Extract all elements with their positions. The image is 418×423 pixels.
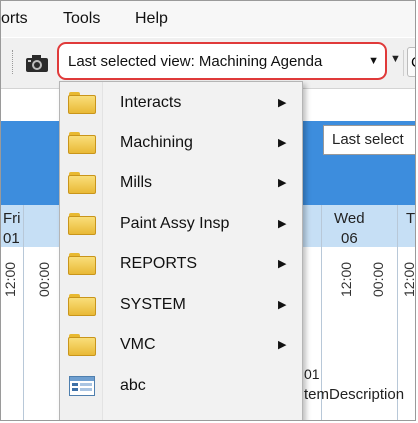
chevron-right-icon: ▶	[278, 137, 287, 149]
menu-item-label: Paint Assy Insp	[120, 215, 230, 232]
menu-item-label: VMC	[120, 336, 156, 353]
calendar-date-right: 06	[341, 230, 358, 247]
menu-help[interactable]: Help	[135, 10, 168, 28]
menubar: orts Tools Help	[1, 1, 415, 37]
view-selector-value: Last selected view: Machining Agenda	[68, 53, 323, 70]
view-selector-dropdown[interactable]: Last selected view: Machining Agenda ▼	[57, 42, 387, 80]
chevron-right-icon: ▶	[278, 218, 287, 230]
calendar-day-far: T	[406, 210, 416, 227]
folder-icon	[68, 253, 96, 275]
chevron-right-icon: ▶	[278, 258, 287, 270]
menu-reports[interactable]: orts	[1, 10, 28, 28]
tooltip: Last select	[323, 125, 415, 155]
menu-item-mills[interactable]: Mills ▶	[60, 164, 302, 202]
chevron-right-icon: ▶	[278, 339, 287, 351]
chevron-right-icon: ▶	[278, 177, 287, 189]
menu-item-vmc[interactable]: VMC ▶	[60, 326, 302, 364]
chevron-right-icon: ▶	[278, 299, 287, 311]
menu-item-interacts[interactable]: Interacts ▶	[60, 84, 302, 122]
chevron-down-icon: ▼	[368, 55, 379, 67]
menu-item-paint-assy-insp[interactable]: Paint Assy Insp ▶	[60, 205, 302, 243]
camera-icon[interactable]	[25, 53, 49, 73]
folder-icon	[68, 334, 96, 356]
calendar-item-description: temDescription	[304, 386, 405, 403]
time-label: 00:00	[36, 261, 52, 297]
view-icon	[69, 376, 95, 396]
calendar-gridline	[23, 205, 24, 420]
calendar-day-fri: Fri	[3, 210, 21, 227]
toolbar-button-partial[interactable]: C	[407, 47, 415, 77]
calendar-item-text: 01	[304, 366, 320, 382]
menu-tools[interactable]: Tools	[63, 10, 100, 28]
time-label: 12:00	[401, 261, 416, 297]
calendar-date-left: 01	[3, 230, 20, 247]
toolbar-dropdown-arrow-icon[interactable]: ▼	[390, 53, 401, 65]
toolbar-separator	[403, 50, 404, 76]
menu-item-label: Mills	[120, 174, 152, 191]
menu-item-machining[interactable]: Machining ▶	[60, 124, 302, 162]
folder-icon	[68, 132, 96, 154]
folder-icon	[68, 294, 96, 316]
folder-icon	[68, 213, 96, 235]
menu-item-system[interactable]: SYSTEM ▶	[60, 286, 302, 324]
menu-item-label: abc	[120, 377, 146, 394]
folder-icon	[68, 92, 96, 114]
time-label: 00:00	[370, 261, 386, 297]
view-dropdown-menu: Interacts ▶ Machining ▶ Mills ▶ Paint As…	[59, 81, 303, 420]
time-label: 12:00	[2, 261, 18, 297]
calendar-day-wed: Wed	[334, 210, 365, 227]
menu-item-label: Machining	[120, 134, 193, 151]
time-label: 12:00	[338, 261, 354, 297]
menu-item-label: SYSTEM	[120, 296, 186, 313]
menu-item-abc[interactable]: abc	[60, 367, 302, 405]
menu-item-label: Interacts	[120, 94, 182, 111]
toolbar-grip[interactable]	[12, 50, 15, 74]
folder-icon	[68, 172, 96, 194]
menu-item-label: REPORTS	[120, 255, 198, 272]
chevron-right-icon: ▶	[278, 97, 287, 109]
menu-item-reports[interactable]: REPORTS ▶	[60, 245, 302, 283]
app-window: orts Tools Help Last selected view: Mach…	[0, 0, 416, 421]
